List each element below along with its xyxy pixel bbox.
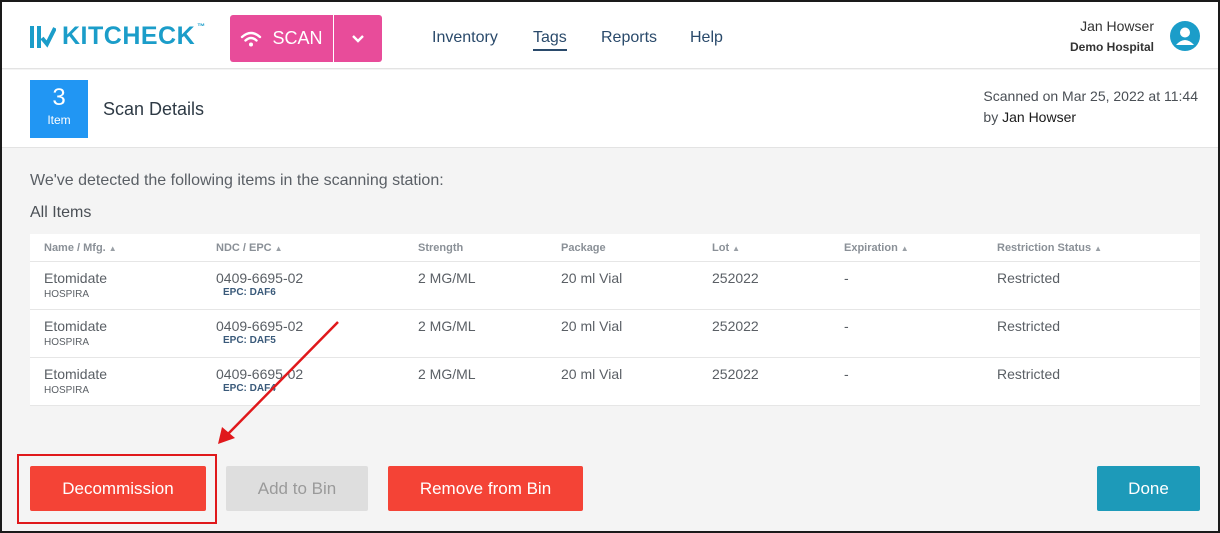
item-ndc: 0409-6695-02: [216, 366, 304, 382]
scanned-on-text: Scanned on Mar 25, 2022 at 11:44: [983, 88, 1198, 104]
annotation-highlight-box: [17, 454, 217, 524]
column-header-lot[interactable]: Lot ▲: [712, 242, 740, 254]
item-ndc: 0409-6695-02: [216, 318, 304, 334]
item-count: 3: [52, 84, 66, 111]
item-lot: 252022: [712, 366, 759, 382]
item-name: Etomidate: [44, 270, 108, 286]
column-header-ndc[interactable]: NDC / EPC ▲: [216, 242, 283, 254]
item-strength: 2 MG/ML: [418, 270, 476, 286]
user-name: Jan Howser: [1080, 18, 1154, 34]
item-manufacturer: HOSPIRA: [44, 289, 90, 300]
scan-timestamp: Scanned on Mar 25, 2022 at 11:44 by Jan …: [983, 86, 1198, 128]
item-strength: 2 MG/ML: [418, 318, 476, 334]
sort-arrow-icon: ▲: [732, 244, 741, 253]
column-header-package: Package: [561, 242, 606, 254]
column-header-expiration[interactable]: Expiration ▲: [844, 242, 909, 254]
scanned-by-name: Jan Howser: [1002, 109, 1077, 125]
item-restriction-status: Restricted: [997, 318, 1061, 334]
column-header-restriction[interactable]: Restriction Status ▲: [997, 242, 1102, 254]
item-package: 20 ml Vial: [561, 318, 623, 334]
app-window: KITCHECK ™ SCAN Inventory Tags Reports He…: [0, 0, 1220, 533]
item-restriction-status: Restricted: [997, 270, 1061, 286]
table-row[interactable]: Etomidate HOSPIRA 0409-6695-02 EPC: DAF4…: [30, 358, 1200, 406]
kitcheck-logo[interactable]: KITCHECK ™: [28, 22, 206, 51]
item-package: 20 ml Vial: [561, 270, 623, 286]
item-package: 20 ml Vial: [561, 366, 623, 382]
item-expiration: -: [844, 318, 849, 334]
item-epc: EPC: DAF5: [223, 335, 276, 346]
section-title: All Items: [30, 204, 92, 221]
item-lot: 252022: [712, 270, 759, 286]
sort-arrow-icon: ▲: [274, 244, 283, 253]
scan-details-title: Scan Details: [103, 99, 205, 119]
logo-text: KITCHECK: [62, 22, 196, 50]
scan-button-label: SCAN: [272, 28, 323, 48]
wifi-icon: [241, 31, 262, 46]
item-ndc: 0409-6695-02: [216, 270, 304, 286]
scanned-by-prefix: by: [983, 109, 999, 125]
item-count-badge: 3 Item: [30, 80, 88, 138]
items-table: Name / Mfg. ▲ NDC / EPC ▲ Strength Package…: [30, 234, 1200, 406]
user-info[interactable]: Jan Howser Demo Hospital: [1070, 18, 1154, 54]
item-manufacturer: HOSPIRA: [44, 337, 90, 348]
item-restriction-status: Restricted: [997, 366, 1061, 382]
table-row[interactable]: Etomidate HOSPIRA 0409-6695-02 EPC: DAF5…: [30, 310, 1200, 358]
item-manufacturer: HOSPIRA: [44, 385, 90, 396]
table-header: Name / Mfg. ▲ NDC / EPC ▲ Strength Package…: [30, 234, 1200, 262]
nav-inventory[interactable]: Inventory: [432, 29, 498, 47]
item-lot: 252022: [712, 318, 759, 334]
top-navigation-bar: KITCHECK ™ SCAN Inventory Tags Reports He…: [2, 2, 1218, 69]
item-expiration: -: [844, 270, 849, 286]
user-avatar-icon[interactable]: [1170, 21, 1200, 51]
column-header-strength: Strength: [418, 242, 464, 254]
checklist-logo-icon: [30, 25, 56, 48]
scan-options-dropdown[interactable]: [334, 15, 382, 62]
item-strength: 2 MG/ML: [418, 366, 476, 382]
item-expiration: -: [844, 366, 849, 382]
item-epc: EPC: DAF4: [223, 383, 276, 394]
item-epc: EPC: DAF6: [223, 287, 276, 298]
sort-arrow-icon: ▲: [108, 244, 117, 253]
user-organization: Demo Hospital: [1069, 40, 1154, 54]
scan-button[interactable]: SCAN: [230, 15, 333, 62]
detection-message: We've detected the following items in th…: [30, 172, 444, 189]
table-row[interactable]: Etomidate HOSPIRA 0409-6695-02 EPC: DAF6…: [30, 262, 1200, 310]
item-name: Etomidate: [44, 318, 108, 334]
scan-details-header: 3 Item Scan Details Scanned on Mar 25, 2…: [2, 70, 1218, 148]
nav-tags[interactable]: Tags: [533, 29, 567, 51]
column-header-name[interactable]: Name / Mfg. ▲: [44, 242, 117, 254]
done-button[interactable]: Done: [1097, 466, 1200, 511]
remove-from-bin-button[interactable]: Remove from Bin: [388, 466, 583, 511]
item-name: Etomidate: [44, 366, 108, 382]
nav-help[interactable]: Help: [690, 29, 723, 47]
sort-arrow-icon: ▲: [1094, 244, 1103, 253]
nav-reports[interactable]: Reports: [601, 29, 657, 47]
add-to-bin-button[interactable]: Add to Bin: [226, 466, 368, 511]
logo-trademark: ™: [197, 22, 206, 31]
sort-arrow-icon: ▲: [900, 244, 909, 253]
item-count-unit: Item: [47, 113, 71, 127]
chevron-down-icon: [352, 34, 364, 43]
